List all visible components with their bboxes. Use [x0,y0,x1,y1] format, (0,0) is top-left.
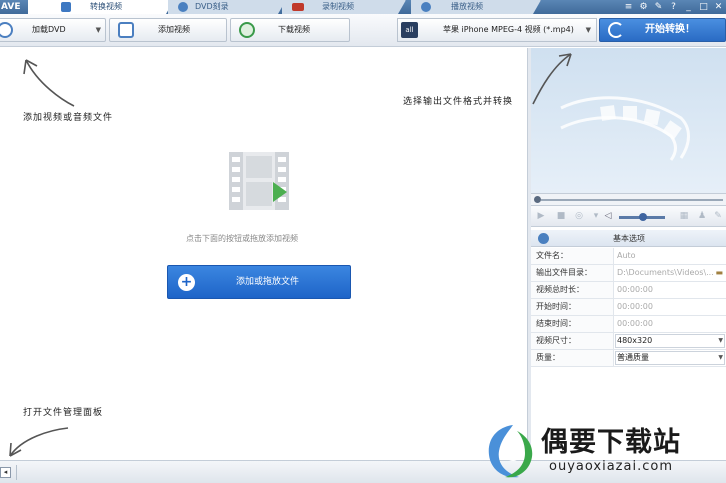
watermark-url: ouyaoxiazai.com [549,459,673,474]
minimize-button[interactable]: _ [681,0,696,14]
chevron-down-icon[interactable]: ▼ [96,19,101,41]
chevron-down-icon[interactable]: ▼ [718,333,723,349]
prop-key: 开始时间： [531,299,614,315]
start-convert-label: 开始转换！ [645,24,695,35]
prop-key: 文件名： [531,248,614,264]
video-preview [531,48,726,193]
divider [16,465,17,480]
tab-label: 转换视频 [90,2,122,11]
prop-row-duration: 视频总时长： 00:00:00 [531,282,726,299]
window-controls: ≡ ⚙ ✎ ? _ □ ✕ [621,0,726,14]
title-tab-bar: AVE 转换视频 DVD刻录 录制视频 播放视频 ≡ ⚙ ✎ ? _ □ ✕ [0,0,726,14]
options-icon [538,233,549,244]
prop-key: 视频总时长： [531,282,614,298]
add-video-icon [118,22,134,38]
tab-record-video[interactable]: 录制视频 [282,0,406,14]
file-list-area[interactable]: 添加视频或音频文件 选择输出文件格式并转换 点击下面的按钮或拖放添加视频 + 添… [0,48,527,460]
basic-options-header[interactable]: 基本选项 [531,230,726,247]
globe-icon [239,22,255,38]
folder-icon[interactable]: ▬ [715,265,723,281]
load-dvd-label: 加载DVD [32,25,66,34]
hint-file-manager: 打开文件管理面板 [23,408,104,418]
chevron-down-icon[interactable]: ▼ [718,350,723,366]
seek-handle[interactable] [534,196,541,203]
prop-row-end-time: 结束时间： 00:00:00 [531,316,726,333]
player-controls: ▶ ■ ◎ ▾ ◁ ▦ ♟ ✎ [531,205,726,227]
help-icon[interactable]: ? [666,0,681,14]
seek-track [541,199,723,201]
add-video-label: 添加视频 [158,25,190,34]
filename-field[interactable]: Auto [617,248,636,264]
prop-row-quality: 质量： 普通质量 ▼ [531,350,726,367]
hint-add-files: 添加视频或音频文件 [23,113,114,123]
tab-label: DVD刻录 [195,2,229,11]
quality-value: 普通质量 [617,353,649,362]
arrow-icon [23,59,75,107]
tab-label: 录制视频 [322,2,354,11]
refresh-icon [608,22,624,38]
prop-key: 质量： [531,350,614,366]
disc-icon [178,2,188,12]
arrow-icon [9,427,69,457]
chevron-down-icon[interactable]: ▼ [586,19,591,41]
volume-icon[interactable]: ◁ [603,211,613,221]
format-all-icon: all [401,22,418,38]
dvd-icon [0,22,13,38]
load-dvd-button[interactable]: 加载DVD ▼ [0,18,106,42]
prop-row-filename: 文件名： Auto [531,248,726,265]
tab-convert-video[interactable]: 转换视频 [28,0,174,14]
maximize-button[interactable]: □ [696,0,711,14]
download-video-label: 下载视频 [278,25,310,34]
prop-key: 结束时间： [531,316,614,332]
convert-icon [61,2,71,12]
watermark-title: 偶要下载站 [541,427,681,458]
wrench-icon[interactable]: ✎ [713,211,723,221]
preview-seek-bar[interactable] [531,193,726,205]
film-strip-icon [229,152,289,210]
settings-icon[interactable]: ⚙ [636,0,651,14]
basic-options-title: 基本选项 [613,234,645,243]
skin-icon[interactable]: ✎ [651,0,666,14]
output-folder-field[interactable]: D:\Documents\Videos\... [617,265,714,281]
menu-icon[interactable]: ≡ [621,0,636,14]
add-or-drop-files-button[interactable]: + 添加或拖放文件 [167,265,351,299]
add-or-drop-label: 添加或拖放文件 [236,277,300,287]
prop-row-start-time: 开始时间： 00:00:00 [531,299,726,316]
download-video-button[interactable]: 下载视频 [230,18,350,42]
plus-icon: + [178,274,195,291]
duration-value: 00:00:00 [617,285,653,294]
volume-handle[interactable] [639,213,647,221]
end-time-field[interactable]: 00:00:00 [617,316,653,332]
add-video-button[interactable]: 添加视频 [109,18,227,42]
hint-select-format: 选择输出文件格式并转换 [403,97,514,107]
toolbar: 加载DVD ▼ 添加视频 下载视频 all 苹果 iPhone MPEG-4 视… [0,14,726,47]
chevron-down-icon[interactable]: ▾ [591,211,601,221]
prop-row-video-size: 视频尺寸： 480x320 ▼ [531,333,726,350]
output-format-select[interactable]: all 苹果 iPhone MPEG-4 视频 (*.mp4) ▼ [397,18,597,42]
prop-key: 视频尺寸： [531,333,614,349]
prop-row-output-folder: 输出文件目录： D:\Documents\Videos\... ▬ [531,265,726,282]
prop-key: 输出文件目录： [531,265,614,281]
play-icon [421,2,431,12]
start-time-field[interactable]: 00:00:00 [617,299,653,315]
file-manager-toggle-button[interactable]: ◂ [0,467,11,478]
play-icon[interactable]: ▶ [536,211,546,221]
video-size-value: 480x320 [617,336,653,345]
drop-hint-text: 点击下面的按钮或拖放添加视频 [186,234,298,243]
arrow-icon [532,53,572,105]
snapshot-icon[interactable]: ◎ [574,211,584,221]
record-icon [292,3,304,11]
close-button[interactable]: ✕ [711,0,726,14]
tab-play-video[interactable]: 播放视频 [411,0,541,14]
tab-dvd-burn[interactable]: DVD刻录 [168,0,286,14]
site-watermark: 偶要下载站 ouyaoxiazai.com [483,415,726,483]
output-format-value: 苹果 iPhone MPEG-4 视频 (*.mp4) [443,25,574,34]
crop-icon[interactable]: ▦ [679,211,689,221]
stop-icon[interactable]: ■ [556,211,566,221]
start-convert-button[interactable]: 开始转换！ [599,18,726,42]
site-logo-icon [488,425,533,478]
user-icon[interactable]: ♟ [697,211,707,221]
tab-label: 播放视频 [451,2,483,11]
app-logo: AVE [1,2,21,12]
